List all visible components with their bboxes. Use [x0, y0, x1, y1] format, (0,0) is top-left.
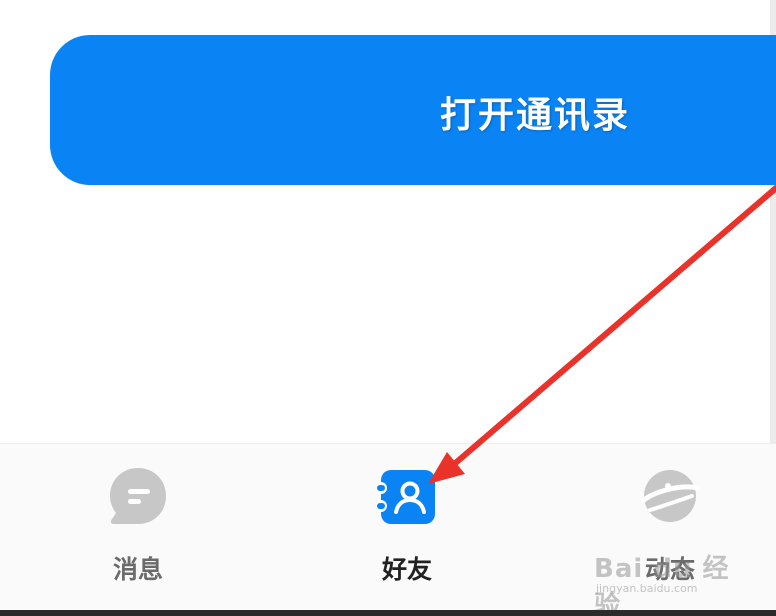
contacts-icon — [377, 470, 435, 524]
message-icon — [110, 468, 166, 524]
planet-icon — [641, 470, 700, 522]
banner-label: 打开通讯录 — [440, 94, 631, 136]
tab-friends-label: 好友 — [381, 555, 432, 584]
watermark-site: jingyan.baidu.com — [596, 582, 698, 595]
screen: 打开通讯录 消息 好友 动态 Bai du 经验 jingyan.baidu.c… — [0, 0, 776, 616]
system-bottom-bar — [0, 610, 776, 616]
tab-messages-label: 消息 — [112, 555, 163, 584]
open-contacts-banner[interactable] — [50, 35, 776, 185]
tab-messages[interactable]: 消息 — [73, 466, 203, 596]
tab-friends[interactable]: 好友 — [342, 466, 472, 596]
baidu-jingyan-watermark: Bai du 经验 jingyan.baidu.com — [594, 548, 744, 616]
